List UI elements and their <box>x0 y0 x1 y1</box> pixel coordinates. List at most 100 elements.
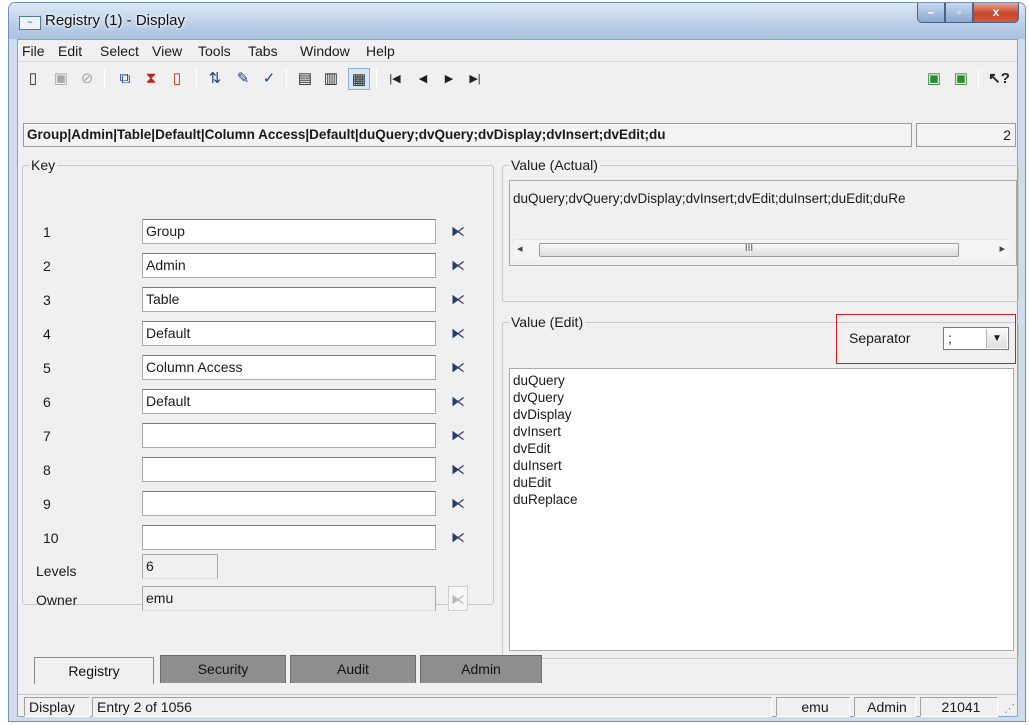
client-area: File Edit Select View Tools Tabs Window … <box>17 39 1019 718</box>
new-document-icon[interactable]: ▯ <box>22 68 44 90</box>
scroll-left-icon[interactable]: ◂ <box>517 242 523 255</box>
key-row-number: 7 <box>43 428 51 444</box>
key-field-10[interactable] <box>142 525 436 550</box>
copy-icon[interactable]: ⧉ <box>114 68 136 90</box>
owner-value: emu <box>142 586 436 611</box>
menu-file[interactable]: File <box>22 43 45 59</box>
status-user: emu <box>776 697 850 717</box>
separator-value: ; <box>948 330 952 346</box>
key-lookup-icon[interactable]: ⧔ <box>448 321 468 346</box>
toolbar: ▯ ▣ ⊘ ⧉ ⧗ ▯ ⇅ ✎ ✓ ▤ ▥ ▦ |◀ ◀ ▶ ▶| ▣ ▣ ↖? <box>18 63 1017 95</box>
owner-lookup-icon: ⧔ <box>448 586 468 611</box>
resize-grip-icon[interactable]: ⋰ <box>1001 702 1015 716</box>
levels-label: Levels <box>36 563 77 579</box>
menu-tools[interactable]: Tools <box>198 43 231 59</box>
key-path-number: 2 <box>916 123 1016 147</box>
value-edit-label: Value (Edit) <box>509 314 586 330</box>
key-lookup-icon[interactable]: ⧔ <box>448 525 468 550</box>
value-edit-line: duEdit <box>513 475 552 490</box>
registry-window: ~ Registry (1) - Display – ▫ x File Edit… <box>8 2 1026 722</box>
key-row-number: 4 <box>43 326 51 342</box>
menu-window[interactable]: Window <box>300 43 350 59</box>
value-edit-line: dvDisplay <box>513 407 572 422</box>
minimize-button[interactable]: – <box>917 3 945 23</box>
key-lookup-icon[interactable]: ⧔ <box>448 287 468 312</box>
key-field-2[interactable]: Admin <box>142 253 436 278</box>
value-edit-line: dvQuery <box>513 390 565 405</box>
key-lookup-icon[interactable]: ⧔ <box>448 389 468 414</box>
export-icon[interactable]: ▣ <box>950 68 972 90</box>
key-field-7[interactable] <box>142 423 436 448</box>
scroll-thumb[interactable]: III <box>539 243 959 257</box>
key-field-5[interactable]: Column Access <box>142 355 436 380</box>
cancel-icon[interactable]: ⊘ <box>76 68 98 90</box>
title-bar[interactable]: ~ Registry (1) - Display – ▫ x <box>9 3 1025 39</box>
view-list-icon[interactable]: ▤ <box>294 68 316 90</box>
status-group: Admin <box>854 697 916 717</box>
key-row-number: 1 <box>43 224 51 240</box>
key-row-number: 2 <box>43 258 51 274</box>
key-row-number: 5 <box>43 360 51 376</box>
tab-security[interactable]: Security <box>160 655 286 683</box>
key-lookup-icon[interactable]: ⧔ <box>448 253 468 278</box>
maximize-icon: ▫ <box>956 5 962 19</box>
scroll-right-icon[interactable]: ▸ <box>999 242 1005 255</box>
edit-icon[interactable]: ✎ <box>232 68 254 90</box>
toolbar-separator <box>978 69 979 89</box>
separator-highlight: Separator ; ▼ <box>836 314 1016 364</box>
window-title: Registry (1) - Display <box>45 12 186 29</box>
value-edit-textarea[interactable]: duQuery dvQuery dvDisplay dvInsert dvEdi… <box>509 368 1014 651</box>
tab-registry[interactable]: Registry <box>34 657 154 684</box>
view-detail-icon[interactable]: ▥ <box>320 68 342 90</box>
sort-icon[interactable]: ⇅ <box>204 68 226 90</box>
value-actual-field[interactable]: duQuery;dvQuery;dvDisplay;dvInsert;dvEdi… <box>509 180 1017 266</box>
close-button[interactable]: x <box>973 3 1019 23</box>
key-lookup-icon[interactable]: ⧔ <box>448 219 468 244</box>
key-row-number: 6 <box>43 394 51 410</box>
context-help-icon[interactable]: ↖? <box>988 68 1010 90</box>
menu-tabs[interactable]: Tabs <box>248 43 278 59</box>
value-edit-line: dvEdit <box>513 441 551 456</box>
maximize-button[interactable]: ▫ <box>945 3 973 23</box>
menu-help[interactable]: Help <box>366 43 395 59</box>
key-field-1[interactable]: Group <box>142 219 436 244</box>
tab-audit[interactable]: Audit <box>290 655 416 683</box>
separator-select[interactable]: ; ▼ <box>943 327 1009 350</box>
previous-record-icon[interactable]: ◀ <box>412 68 434 90</box>
horizontal-scrollbar[interactable]: ◂ III ▸ <box>513 239 1011 259</box>
last-record-icon[interactable]: ▶| <box>464 68 486 90</box>
first-record-icon[interactable]: |◀ <box>384 68 406 90</box>
value-edit-line: duReplace <box>513 492 578 507</box>
key-lookup-icon[interactable]: ⧔ <box>448 355 468 380</box>
menu-edit[interactable]: Edit <box>58 43 82 59</box>
key-field-9[interactable] <box>142 491 436 516</box>
view-grid-icon[interactable]: ▦ <box>348 68 370 90</box>
status-bar: Display Entry 2 of 1056 emu Admin 21041 … <box>18 694 1017 718</box>
toolbar-separator <box>196 69 197 89</box>
key-lookup-icon[interactable]: ⧔ <box>448 423 468 448</box>
key-lookup-icon[interactable]: ⧔ <box>448 457 468 482</box>
spellcheck-icon[interactable]: ✓ <box>258 68 280 90</box>
tab-admin[interactable]: Admin <box>420 655 542 683</box>
key-row-number: 8 <box>43 462 51 478</box>
tab-strip: Registry Security Audit Admin <box>18 653 1017 685</box>
value-edit-line: duInsert <box>513 458 562 473</box>
status-entry: Entry 2 of 1056 <box>92 697 772 717</box>
window-controls: – ▫ x <box>917 3 1019 23</box>
next-record-icon[interactable]: ▶ <box>438 68 460 90</box>
delete-icon[interactable]: ⧗ <box>140 68 162 90</box>
save-icon[interactable]: ▣ <box>50 68 72 90</box>
menu-select[interactable]: Select <box>100 43 139 59</box>
key-field-6[interactable]: Default <box>142 389 436 414</box>
key-field-3[interactable]: Table <box>142 287 436 312</box>
key-field-4[interactable]: Default <box>142 321 436 346</box>
chevron-down-icon[interactable]: ▼ <box>986 329 1007 348</box>
toolbar-separator <box>104 69 105 89</box>
key-field-8[interactable] <box>142 457 436 482</box>
find-icon[interactable]: ▯ <box>166 68 188 90</box>
key-row-number: 3 <box>43 292 51 308</box>
value-actual-text: duQuery;dvQuery;dvDisplay;dvInsert;dvEdi… <box>513 191 906 206</box>
menu-view[interactable]: View <box>152 43 182 59</box>
key-lookup-icon[interactable]: ⧔ <box>448 491 468 516</box>
print-preview-icon[interactable]: ▣ <box>923 68 945 90</box>
